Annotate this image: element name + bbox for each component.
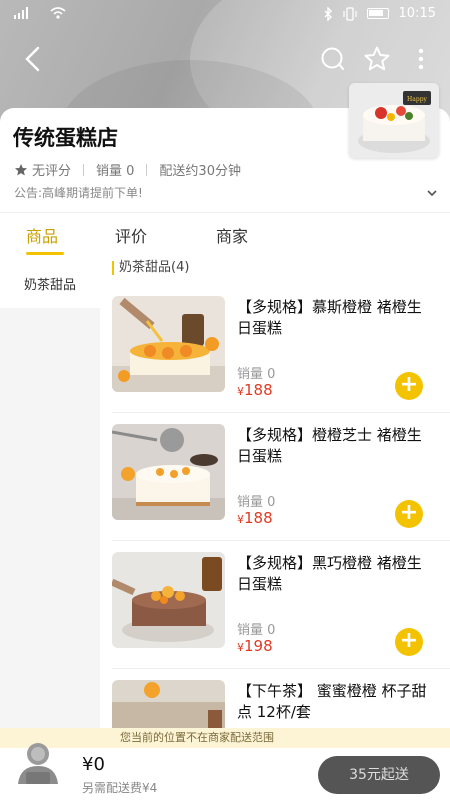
- more-button[interactable]: [404, 42, 438, 76]
- price-value: 198: [244, 637, 273, 655]
- sidebar-item-milk-tea-desserts[interactable]: 奶茶甜品: [0, 258, 100, 308]
- chat-button[interactable]: [316, 42, 350, 76]
- product-name: 【多规格】黑巧橙橙 褚橙生日蛋糕: [237, 554, 422, 593]
- tab-merchant[interactable]: 商家: [216, 223, 248, 247]
- back-button[interactable]: [16, 42, 50, 76]
- tab-products[interactable]: 商品: [26, 223, 58, 247]
- star-rating-icon: [15, 163, 27, 175]
- notice-expand-button[interactable]: [426, 184, 438, 203]
- product-image: [112, 296, 225, 392]
- product-price: ¥198: [237, 637, 273, 655]
- plus-icon: +: [399, 372, 419, 397]
- battery-icon: [366, 8, 389, 19]
- product-name: 【多规格】橙橙芝士 褚橙生日蛋糕: [237, 426, 422, 465]
- product-sales: 销量 0: [237, 495, 276, 510]
- currency-symbol: ¥: [237, 513, 244, 526]
- status-bar: 10:15: [0, 0, 450, 30]
- add-to-cart-button[interactable]: +: [395, 500, 423, 528]
- category-title: 奶茶甜品(4): [112, 261, 189, 275]
- product-sales: 销量 0: [237, 367, 276, 382]
- cake-image: Happy: [349, 83, 439, 158]
- vibrate-icon: [342, 6, 357, 21]
- store-sales: 销量 0: [96, 164, 135, 179]
- cart-bar: ¥0 另需配送费¥4 35元起送: [0, 743, 450, 800]
- bluetooth-icon: [324, 6, 332, 21]
- add-to-cart-button[interactable]: +: [395, 372, 423, 400]
- delivery-time: 配送约30分钟: [159, 164, 241, 179]
- cart-icon: [18, 743, 58, 784]
- product-name: 【多规格】慕斯橙橙 褚橙生日蛋糕: [237, 298, 422, 337]
- signal-icon: [14, 7, 28, 19]
- store-tabs: 商品 评价 商家: [0, 212, 450, 258]
- product-item[interactable]: 【多规格】黑巧橙橙 褚橙生日蛋糕 销量 0 ¥198 +: [100, 541, 450, 669]
- product-sales: 销量 0: [237, 623, 276, 638]
- category-sidebar: 奶茶甜品: [0, 258, 100, 728]
- plus-icon: +: [399, 500, 419, 525]
- store-name: 传统蛋糕店: [13, 126, 118, 150]
- star-icon: [364, 46, 390, 71]
- signal-indicators: [14, 7, 66, 19]
- currency-symbol: ¥: [237, 641, 244, 654]
- price-value: 188: [244, 509, 273, 527]
- sidebar-item-label: 奶茶甜品: [23, 277, 76, 293]
- product-image: [112, 552, 225, 648]
- cart-total: ¥0: [82, 754, 105, 775]
- back-icon: [25, 46, 40, 72]
- delivery-fee: 另需配送费¥4: [82, 781, 158, 795]
- favorite-button[interactable]: [360, 42, 394, 76]
- store-meta: 无评分 销量 0 配送约30分钟: [14, 160, 241, 179]
- store-logo: Happy: [349, 83, 439, 158]
- checkout-button[interactable]: 35元起送: [318, 756, 440, 794]
- divider: [83, 163, 85, 176]
- product-price: ¥188: [237, 509, 273, 527]
- tab-reviews[interactable]: 评价: [115, 223, 147, 247]
- chevron-down-icon: [427, 190, 437, 197]
- product-price: ¥188: [237, 381, 273, 399]
- product-name: 【下午茶】 蜜蜜橙橙 杯子甜点 12杯/套: [237, 682, 427, 721]
- product-item[interactable]: 【多规格】橙橙芝士 褚橙生日蛋糕 销量 0 ¥188 +: [100, 413, 450, 541]
- status-time: 10:15: [398, 6, 436, 21]
- currency-symbol: ¥: [237, 385, 244, 398]
- product-image: [112, 424, 225, 520]
- wifi-icon: [50, 7, 66, 19]
- svg-text:Happy: Happy: [407, 96, 427, 103]
- chat-icon: [321, 47, 344, 70]
- store-notice: 公告:高峰期请提前下单!: [14, 186, 143, 200]
- store-rating: 无评分: [32, 164, 72, 179]
- plus-icon: +: [399, 628, 419, 653]
- cart-button[interactable]: [8, 732, 68, 792]
- active-tab-indicator: [26, 252, 64, 255]
- product-item[interactable]: 【多规格】慕斯橙橙 褚橙生日蛋糕 销量 0 ¥188 +: [100, 285, 450, 413]
- add-to-cart-button[interactable]: +: [395, 628, 423, 656]
- more-icon: [418, 48, 424, 70]
- top-navigation: [0, 40, 450, 80]
- price-value: 188: [244, 381, 273, 399]
- divider: [146, 163, 148, 176]
